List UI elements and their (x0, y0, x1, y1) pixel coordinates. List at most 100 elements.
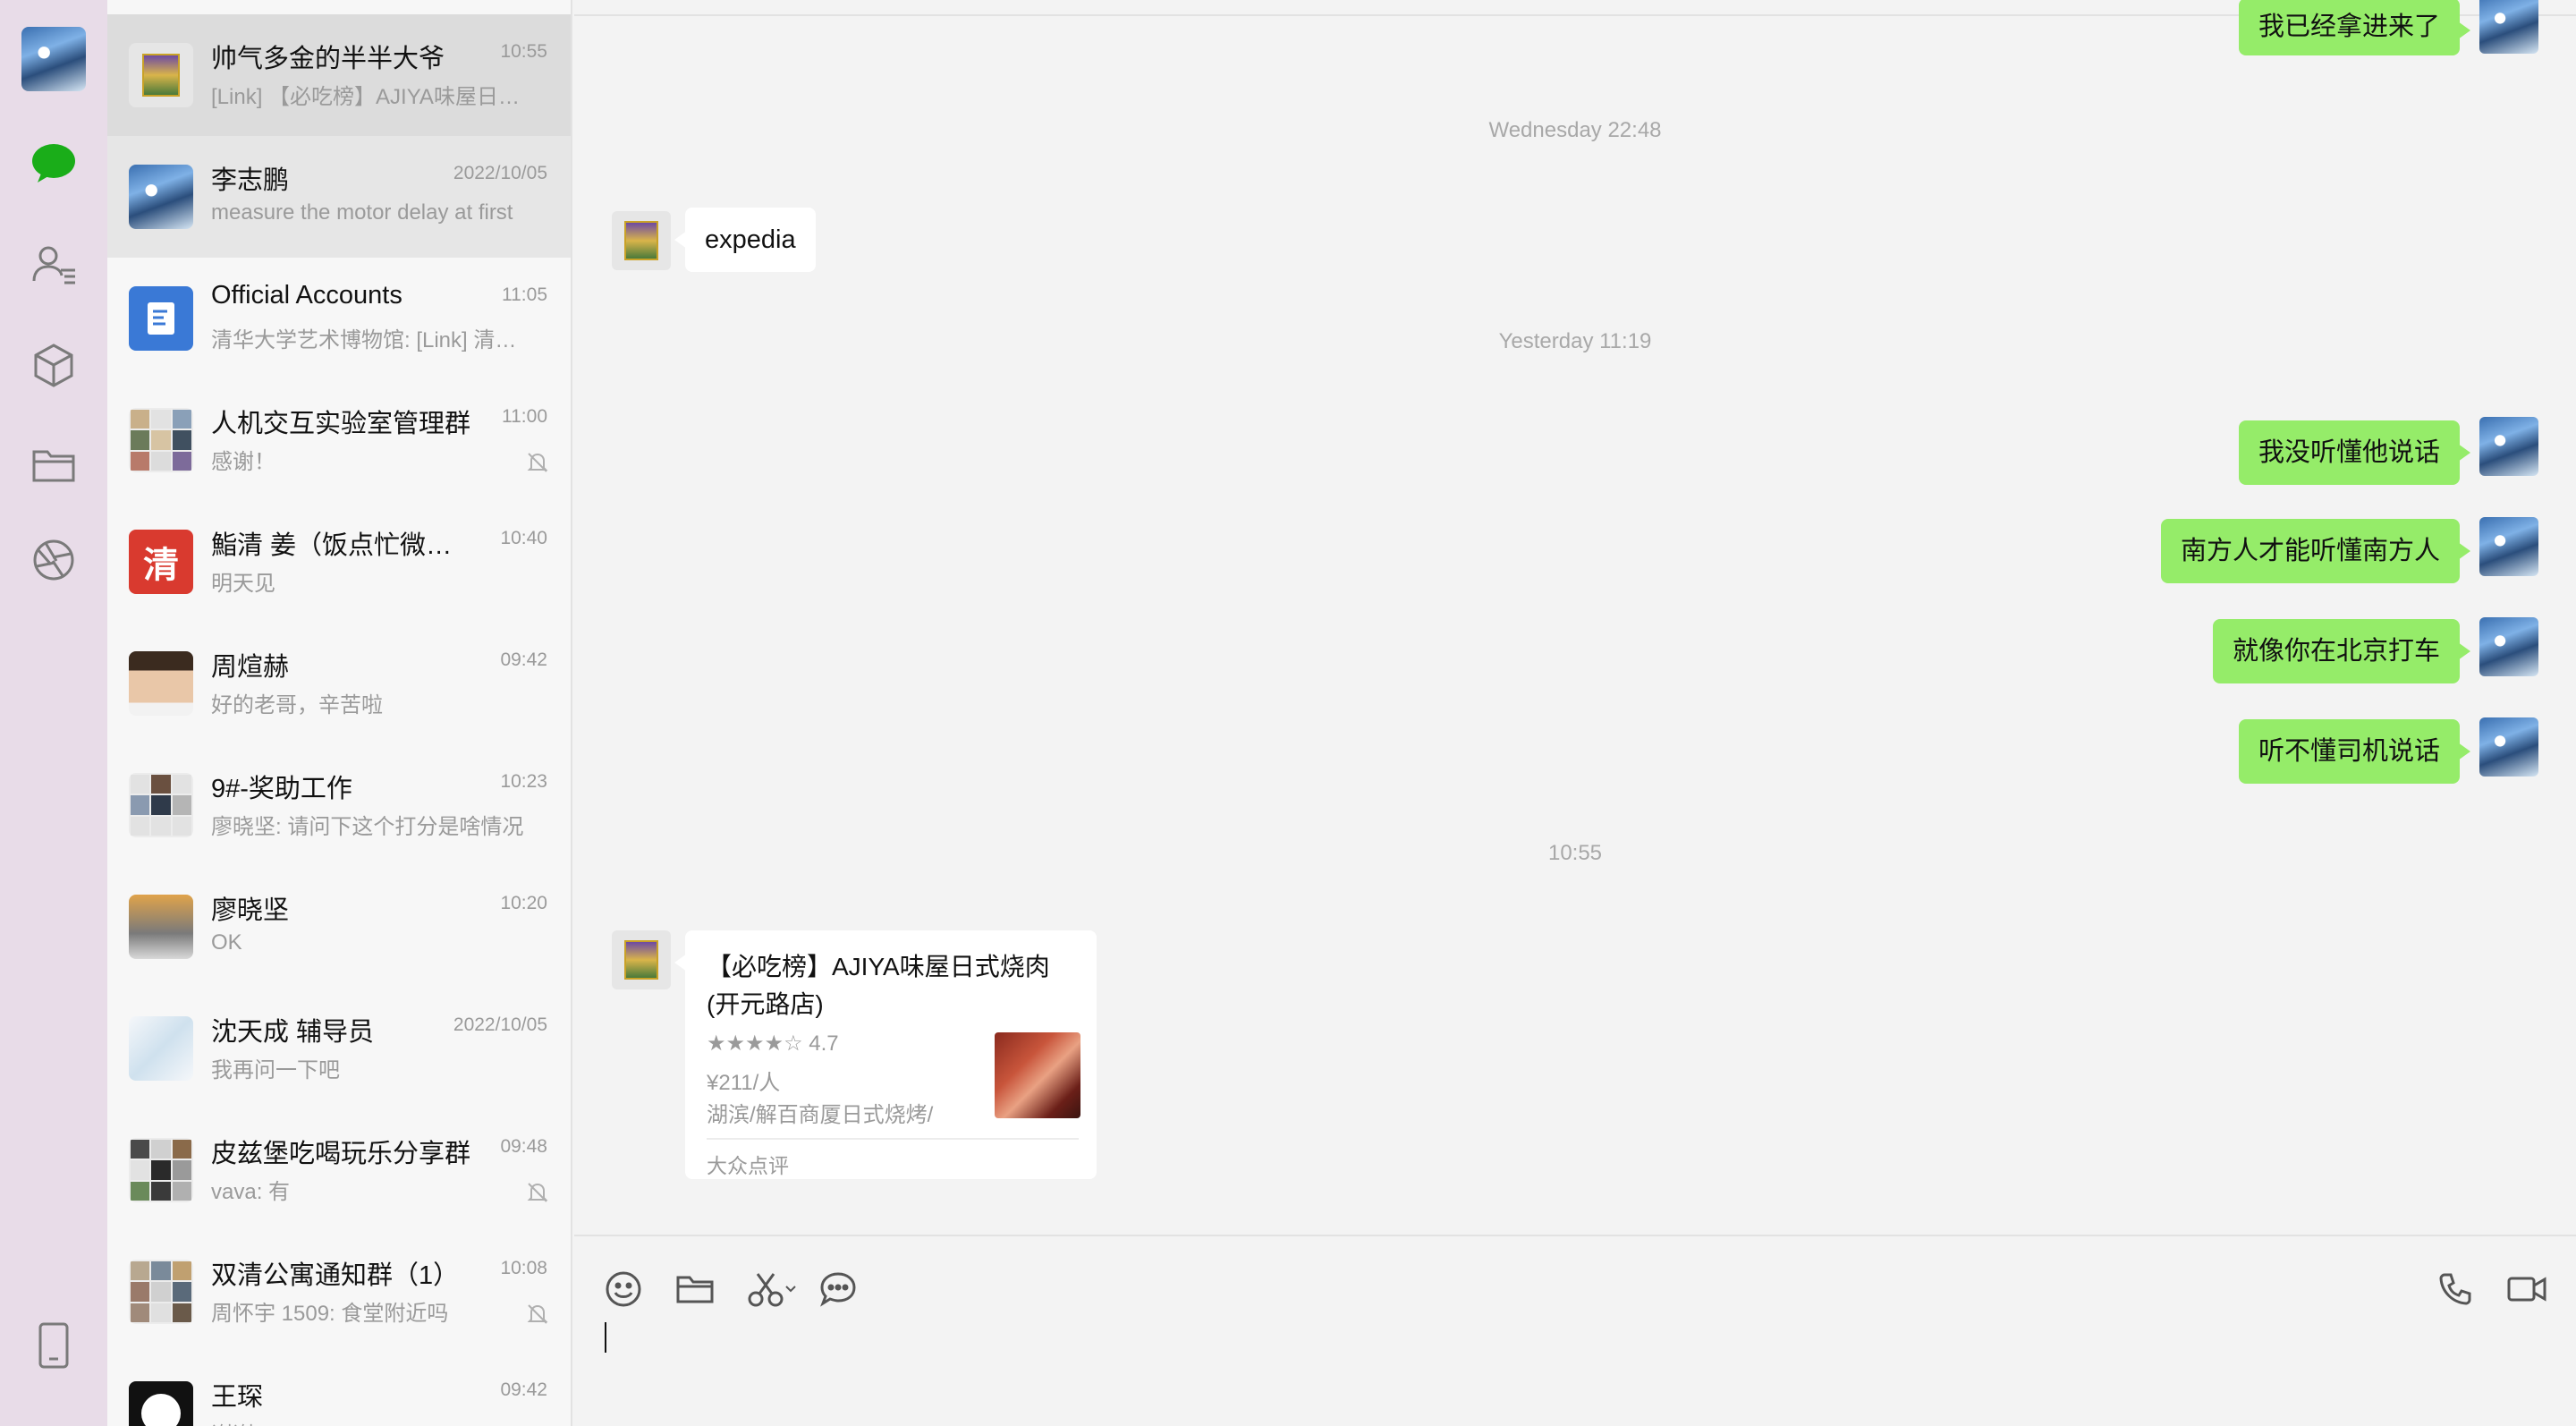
chat-name: 周煊赫 (211, 653, 290, 682)
chat-name: 帅气多金的半半大爷 (211, 45, 445, 73)
chat-preview: measure the motor delay at first (211, 200, 513, 225)
chat-time: 10:23 (500, 771, 547, 792)
chat-item[interactable]: 王琛 09:42 谢谢 (107, 1353, 571, 1426)
video-icon[interactable] (2504, 1267, 2549, 1311)
red-avatar: 清 (129, 530, 193, 594)
timestamp: Yesterday 11:19 (1498, 329, 1652, 353)
doc-avatar (129, 286, 193, 351)
chat-item[interactable]: 帅气多金的半半大爷 10:55 [Link] 【必吃榜】AJIYA味屋日式烧肉(… (107, 14, 571, 136)
chat-name: 沈天成 辅导员 (211, 1018, 375, 1047)
contacts-icon[interactable] (27, 238, 80, 292)
timestamp: 10:55 (1547, 841, 1603, 865)
chat-name: Official Accounts (211, 281, 402, 310)
fox-avatar (129, 43, 193, 107)
sketch-avatar (129, 1016, 193, 1081)
chat-item[interactable]: 人机交互实验室管理群 11:00 感谢！ (107, 379, 571, 501)
conversation-pane: 我已经拿进来了 Wednesday 22:48 expedia Yesterda… (574, 0, 2576, 1235)
card-price: ¥211/人 (707, 1071, 781, 1095)
phone-icon[interactable] (2433, 1267, 2478, 1311)
chat-item[interactable]: Official Accounts 11:05 清华大学艺术博物馆: [Link… (107, 258, 571, 379)
card-source: 大众点评 (707, 1154, 789, 1177)
chat-time: 11:05 (502, 284, 547, 305)
rating-stars: ★★★★☆ 4.7 (707, 1031, 839, 1056)
chat-time: 2022/10/05 (453, 163, 547, 183)
chat-preview: 清华大学艺术博物馆: [Link] 清华大学艺术博物馆 (211, 328, 533, 352)
my-avatar[interactable] (2479, 417, 2538, 476)
chat-item[interactable]: 双清公寓通知群（1） 10:08 周怀宇 1509: 食堂附近吗 (107, 1231, 571, 1353)
chat-item[interactable]: 9#-奖助工作 10:23 廖晓坚: 请问下这个打分是啥情况 (107, 744, 571, 866)
contact-avatar[interactable] (612, 211, 671, 270)
cat-avatar (129, 1381, 193, 1426)
card-area: 湖滨/解百商厦日式烧烤/ (707, 1103, 934, 1127)
chat-preview: 明天见 (211, 572, 275, 596)
chat-name: 人机交互实验室管理群 (211, 410, 470, 438)
chat-name: 李志鹏 (211, 166, 290, 195)
chat-preview: 我再问一下吧 (211, 1058, 340, 1082)
chat-time: 09:48 (500, 1136, 547, 1157)
chat-item[interactable]: 皮兹堡吃喝玩乐分享群 09:48 vava: 有 (107, 1109, 571, 1231)
folder-icon[interactable] (673, 1267, 717, 1311)
group-avatar (129, 773, 193, 837)
my-avatar[interactable] (2479, 517, 2538, 576)
chat-preview: 周怀宇 1509: 食堂附近吗 (211, 1302, 449, 1326)
group-avatar (129, 408, 193, 472)
folder-icon[interactable] (27, 438, 80, 492)
my-avatar[interactable] (2479, 0, 2538, 54)
contact-avatar[interactable] (612, 930, 671, 989)
chat-time: 11:00 (502, 406, 547, 427)
chat-item[interactable]: 廖晓坚 10:20 OK (107, 866, 571, 988)
chat-time: 10:55 (500, 41, 547, 62)
chat-icon[interactable] (27, 136, 80, 190)
my-avatar[interactable] (21, 27, 86, 91)
chat-name: 鮨清 姜（饭点忙微信回复慢） (211, 531, 470, 560)
moments-icon[interactable] (27, 533, 80, 587)
outgoing-message[interactable]: 我没听懂他说话 (2238, 420, 2471, 485)
outgoing-message[interactable]: 就像你在北京打车 (2212, 619, 2471, 683)
chat-name: 9#-奖助工作 (211, 775, 352, 803)
chat-item[interactable]: 清 鮨清 姜（饭点忙微信回复慢） 10:40 明天见 (107, 501, 571, 623)
outgoing-message[interactable]: 我已经拿进来了 (2238, 0, 2471, 55)
outgoing-message[interactable]: 听不懂司机说话 (2238, 719, 2471, 784)
scissors-icon[interactable] (744, 1267, 807, 1311)
mute-bell-icon (527, 453, 548, 472)
face-avatar (129, 651, 193, 716)
sidebar-rail (0, 0, 107, 1426)
cube-icon[interactable] (27, 338, 80, 392)
group-avatar (129, 1260, 193, 1324)
chat-item[interactable]: 沈天成 辅导员 2022/10/05 我再问一下吧 (107, 988, 571, 1109)
chat-time: 10:40 (500, 528, 547, 548)
chat-bubble-icon[interactable] (816, 1267, 860, 1311)
card-title: 【必吃榜】AJIYA味屋日式烧肉(开元路店) (707, 953, 1050, 1018)
chat-name: 双清公寓通知群（1） (211, 1261, 460, 1290)
chat-preview: 感谢！ (211, 450, 275, 474)
divider (707, 1138, 1079, 1140)
chat-item[interactable]: 周煊赫 09:42 好的老哥，辛苦啦 (107, 623, 571, 744)
chat-item[interactable]: 李志鹏 2022/10/05 measure the motor delay a… (107, 136, 571, 258)
card-thumbnail (995, 1032, 1080, 1118)
chat-preview: 好的老哥，辛苦啦 (211, 693, 383, 717)
chat-name: 廖晓坚 (211, 896, 290, 925)
my-avatar[interactable] (2479, 617, 2538, 676)
dog-avatar (129, 895, 193, 959)
chat-time: 09:42 (500, 1379, 547, 1400)
blue-avatar (129, 165, 193, 229)
text-cursor[interactable] (605, 1322, 606, 1353)
incoming-message[interactable]: expedia (674, 208, 816, 272)
chat-preview: OK (211, 930, 242, 955)
message-composer[interactable] (574, 1235, 2576, 1426)
chat-name: 王琛 (211, 1383, 264, 1412)
chat-list[interactable]: 帅气多金的半半大爷 10:55 [Link] 【必吃榜】AJIYA味屋日式烧肉(… (107, 0, 572, 1426)
chat-preview: 谢谢 (211, 1417, 533, 1426)
emoji-icon[interactable] (601, 1267, 646, 1311)
phone-icon[interactable] (27, 1319, 80, 1372)
chat-preview: 廖晓坚: 请问下这个打分是啥情况 (211, 815, 524, 839)
chat-time: 10:08 (500, 1258, 547, 1278)
link-card[interactable]: 【必吃榜】AJIYA味屋日式烧肉(开元路店) ★★★★☆ 4.7 ¥211/人 … (674, 930, 1097, 1179)
my-avatar[interactable] (2479, 717, 2538, 777)
chat-time: 09:42 (500, 649, 547, 670)
chat-time: 10:20 (500, 893, 547, 913)
chat-time: 2022/10/05 (453, 1014, 547, 1035)
chat-preview: [Link] 【必吃榜】AJIYA味屋日式烧肉(开元路店) (211, 85, 533, 109)
outgoing-message[interactable]: 南方人才能听懂南方人 (2160, 519, 2471, 583)
group-avatar (129, 1138, 193, 1202)
